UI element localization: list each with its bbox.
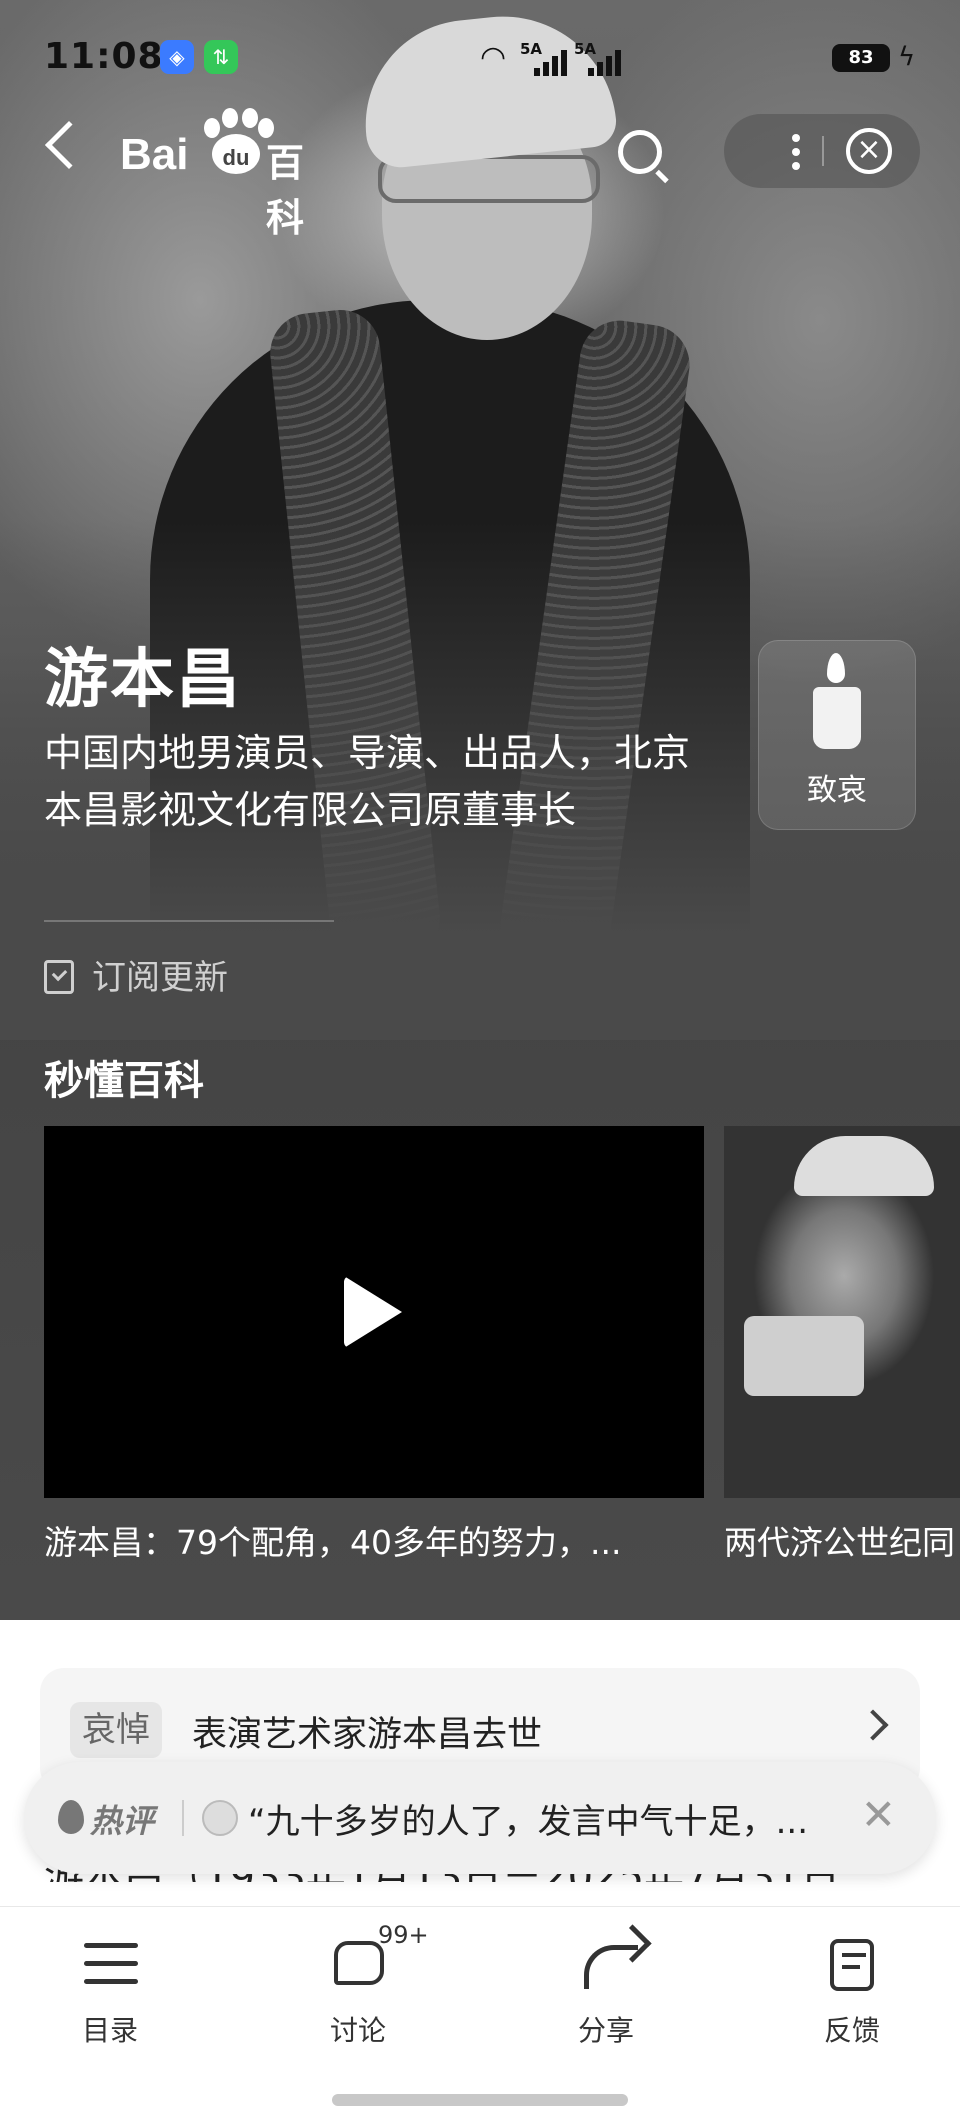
data-transfer-icon: ⇅: [204, 40, 238, 74]
chevron-right-icon: [857, 1709, 889, 1741]
list-icon: [84, 1943, 138, 1991]
feedback-icon: [830, 1939, 874, 1991]
mourn-button[interactable]: 致哀: [758, 640, 916, 830]
portrait-cap: [355, 5, 619, 171]
tab-feedback[interactable]: 反馈: [762, 1935, 942, 2047]
battery-indicator: 83: [832, 44, 890, 72]
candle-icon: [813, 687, 861, 749]
tab-label: 分享: [577, 2014, 634, 2047]
tab-share[interactable]: 分享: [516, 1935, 696, 2047]
news-tag: 哀悼: [70, 1702, 162, 1758]
search-icon[interactable]: [618, 130, 662, 174]
logo-baike-text: 百科: [266, 141, 305, 240]
tab-discuss[interactable]: 99+ 讨论: [268, 1921, 448, 2047]
avatar: [202, 1800, 238, 1836]
signal-icon: [534, 50, 572, 76]
entry-title: 游本昌: [44, 643, 242, 717]
close-icon[interactable]: ×: [846, 128, 892, 174]
flame-icon: [58, 1800, 84, 1834]
candle-flame-icon: [827, 653, 845, 683]
hot-comment-bar[interactable]: 热评 “九十多岁的人了，发言中气十足，... ✕: [24, 1762, 936, 1874]
video-thumb-mic: [744, 1316, 864, 1396]
status-time: 11:08: [44, 36, 164, 77]
status-bar: 11:08 ◈ ⇅ ◠ 5A 5A 83 ϟ: [44, 36, 920, 80]
home-indicator[interactable]: [332, 2094, 628, 2106]
entry-description: 中国内地男演员、导演、出品人，北京本昌影视文化有限公司原董事长: [44, 731, 691, 832]
mini-program-capsule: ×: [724, 114, 920, 188]
discuss-badge: 99+: [378, 1921, 429, 1949]
video-caption[interactable]: 两代济公世纪同: [724, 1516, 960, 1564]
capsule-divider: [822, 136, 824, 166]
bookmark-icon: [44, 960, 74, 994]
video-card[interactable]: [724, 1126, 960, 1498]
hot-comment-text: “九十多岁的人了，发言中气十足，...: [248, 1802, 809, 1842]
chat-icon: [334, 1941, 384, 1985]
news-text: 表演艺术家游本昌去世: [192, 1715, 543, 1755]
divider: [44, 920, 334, 922]
wifi-icon: ◠: [480, 40, 507, 75]
play-icon[interactable]: [344, 1276, 402, 1348]
hot-comment-label: 热评: [90, 1802, 155, 1840]
tab-label: 反馈: [823, 2014, 880, 2047]
logo-du-text: du: [212, 134, 260, 174]
more-icon[interactable]: [792, 134, 800, 170]
divider: [182, 1800, 184, 1836]
mourn-label: 致哀: [807, 773, 867, 808]
signal-icon: [588, 50, 626, 76]
charging-icon: ϟ: [898, 42, 916, 72]
video-thumb-cap: [794, 1136, 934, 1196]
tab-toc[interactable]: 目录: [20, 1935, 200, 2047]
tab-label: 讨论: [329, 2014, 386, 2047]
bottom-nav: 目录 99+ 讨论 分享 反馈: [0, 1906, 960, 2124]
video-card[interactable]: [44, 1126, 704, 1498]
section-title: 秒懂百科: [44, 1058, 204, 1104]
logo-bai-text: Bai: [120, 130, 189, 179]
tab-label: 目录: [81, 2014, 138, 2047]
video-caption[interactable]: 游本昌：79个配角，40多年的努力，...: [44, 1516, 704, 1564]
subscribe-label: 订阅更新: [92, 958, 228, 998]
close-icon[interactable]: ✕: [861, 1790, 896, 1839]
paw-icon: du: [198, 108, 274, 178]
app-notification-icon: ◈: [160, 40, 194, 74]
share-icon: [584, 1945, 638, 1989]
